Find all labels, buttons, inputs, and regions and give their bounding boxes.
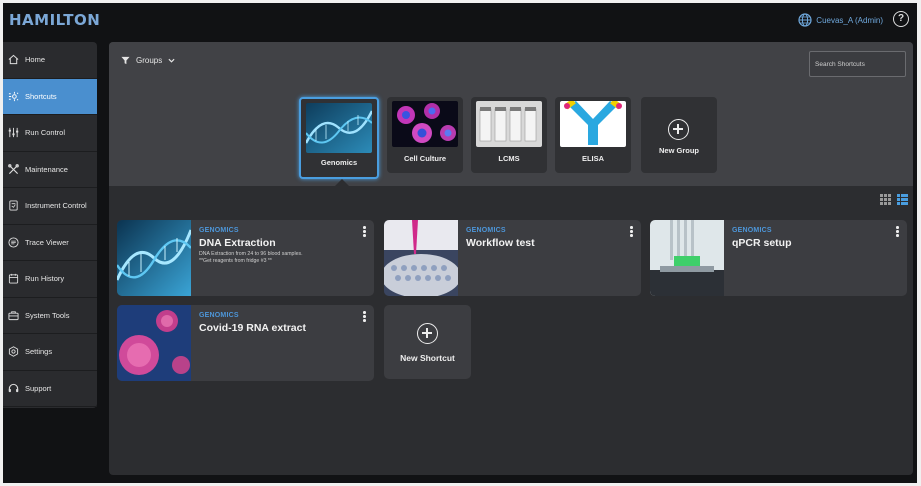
sidebar-item-label: Home <box>25 55 46 65</box>
shortcut-group: GENOMICS <box>199 312 239 319</box>
sidebar-item-label: Support <box>25 383 52 393</box>
main-panel: Groups Genomics <box>109 42 913 475</box>
sidebar-item-instrument-control[interactable]: Instrument Control <box>3 188 97 225</box>
group-label: Cell Culture <box>403 154 447 163</box>
new-group-button[interactable]: New Group <box>641 97 717 173</box>
groups-area: Groups Genomics <box>109 42 913 186</box>
lcms-thumbnail <box>476 101 542 147</box>
group-label: ELISA <box>581 154 605 163</box>
help-icon[interactable]: ? <box>893 11 909 27</box>
sidebar-item-run-control[interactable]: Run Control <box>3 115 97 152</box>
hamilton-logo: HAMILTON <box>9 11 101 29</box>
sidebar-item-label: Run Control <box>25 128 66 138</box>
shortcut-title: qPCR setup <box>732 237 792 249</box>
shortcut-card-covid-rna-extract[interactable]: GENOMICS Covid-19 RNA extract <box>117 305 374 381</box>
toolbox-icon <box>8 311 19 320</box>
sidebar-item-label: Settings <box>25 347 53 357</box>
shortcut-group: GENOMICS <box>199 227 239 234</box>
genomics-thumbnail <box>306 103 372 153</box>
sidebar-item-label: Run History <box>25 274 65 284</box>
group-label: New Group <box>658 146 699 155</box>
sidebar-item-shortcuts[interactable]: Shortcuts <box>3 78 97 115</box>
search-input[interactable] <box>809 51 906 77</box>
groups-filter[interactable]: Groups <box>121 56 175 65</box>
headset-icon <box>8 383 19 392</box>
shortcut-group: GENOMICS <box>732 227 772 234</box>
shortcut-card-dna-extraction[interactable]: GENOMICS DNA Extraction DNA Extraction f… <box>117 220 374 296</box>
sidebar-item-label: Maintenance <box>25 164 68 174</box>
sidebar-item-settings[interactable]: Settings <box>3 334 97 371</box>
group-label: Genomics <box>320 158 358 167</box>
sidebar-item-home[interactable]: Home <box>3 42 97 79</box>
sidebar-item-system-tools[interactable]: System Tools <box>3 298 97 334</box>
trace-icon <box>8 237 19 248</box>
new-shortcut-button[interactable]: New Shortcut <box>384 305 471 379</box>
app-window: HAMILTON Cuevas_A (Admin) ? Home Shortcu… <box>3 3 917 483</box>
more-options-icon[interactable] <box>363 226 366 238</box>
elisa-thumbnail <box>560 101 626 147</box>
sidebar-item-run-history[interactable]: Run History <box>3 261 97 298</box>
group-card-cell-culture[interactable]: Cell Culture <box>387 97 463 173</box>
sliders-icon <box>8 128 19 138</box>
sidebar: Home Shortcuts Run Control Maintenance I… <box>3 42 97 408</box>
history-icon <box>8 274 19 284</box>
filter-icon <box>121 56 130 65</box>
home-icon <box>8 54 19 65</box>
shortcut-group: GENOMICS <box>466 227 506 234</box>
top-bar: HAMILTON Cuevas_A (Admin) ? <box>3 3 917 37</box>
user-menu[interactable]: Cuevas_A (Admin) <box>798 13 883 27</box>
description-line: DNA Extraction from 24 to 96 blood sampl… <box>199 251 303 257</box>
shortcuts-icon <box>8 91 19 101</box>
group-card-elisa[interactable]: ELISA <box>555 97 631 173</box>
sidebar-item-label: Trace Viewer <box>25 237 69 247</box>
groups-filter-label: Groups <box>136 56 163 65</box>
plus-icon <box>668 119 689 140</box>
selected-group-pointer <box>335 179 349 186</box>
cell-culture-thumbnail <box>392 101 458 147</box>
user-name: Cuevas_A (Admin) <box>816 15 883 25</box>
settings-icon <box>8 346 19 358</box>
shortcut-title: DNA Extraction <box>199 237 276 249</box>
chevron-down-icon <box>168 58 175 63</box>
group-card-lcms[interactable]: LCMS <box>471 97 547 173</box>
globe-icon <box>798 13 812 27</box>
shortcut-title: Covid-19 RNA extract <box>199 322 306 334</box>
group-label: LCMS <box>498 154 520 163</box>
sidebar-item-trace-viewer[interactable]: Trace Viewer <box>3 225 97 261</box>
sidebar-item-label: Shortcuts <box>25 91 57 101</box>
pipette-thumbnail <box>384 220 458 296</box>
sidebar-item-support[interactable]: Support <box>3 371 97 407</box>
group-card-genomics[interactable]: Genomics <box>299 97 379 179</box>
plus-icon <box>417 323 438 344</box>
more-options-icon[interactable] <box>363 311 366 323</box>
more-options-icon[interactable] <box>630 226 633 238</box>
sidebar-item-label: Instrument Control <box>25 201 87 211</box>
new-shortcut-label: New Shortcut <box>400 353 455 363</box>
dna-thumbnail <box>117 220 191 296</box>
list-view-icon[interactable] <box>897 194 908 205</box>
tools-icon <box>8 163 19 174</box>
sidebar-item-maintenance[interactable]: Maintenance <box>3 152 97 188</box>
shortcut-description: DNA Extraction from 24 to 96 blood sampl… <box>199 251 303 265</box>
shortcut-card-qpcr-setup[interactable]: GENOMICS qPCR setup <box>650 220 907 296</box>
shortcut-card-workflow-test[interactable]: GENOMICS Workflow test <box>384 220 641 296</box>
description-line: **Get reagents from fridge #3 ** <box>199 258 272 264</box>
virus-thumbnail <box>117 305 191 381</box>
view-toggle <box>880 194 908 205</box>
qpcr-thumbnail <box>650 220 724 296</box>
instrument-icon <box>9 200 18 211</box>
shortcut-title: Workflow test <box>466 237 535 249</box>
more-options-icon[interactable] <box>896 226 899 238</box>
grid-view-icon[interactable] <box>880 194 891 205</box>
sidebar-item-label: System Tools <box>25 310 70 320</box>
